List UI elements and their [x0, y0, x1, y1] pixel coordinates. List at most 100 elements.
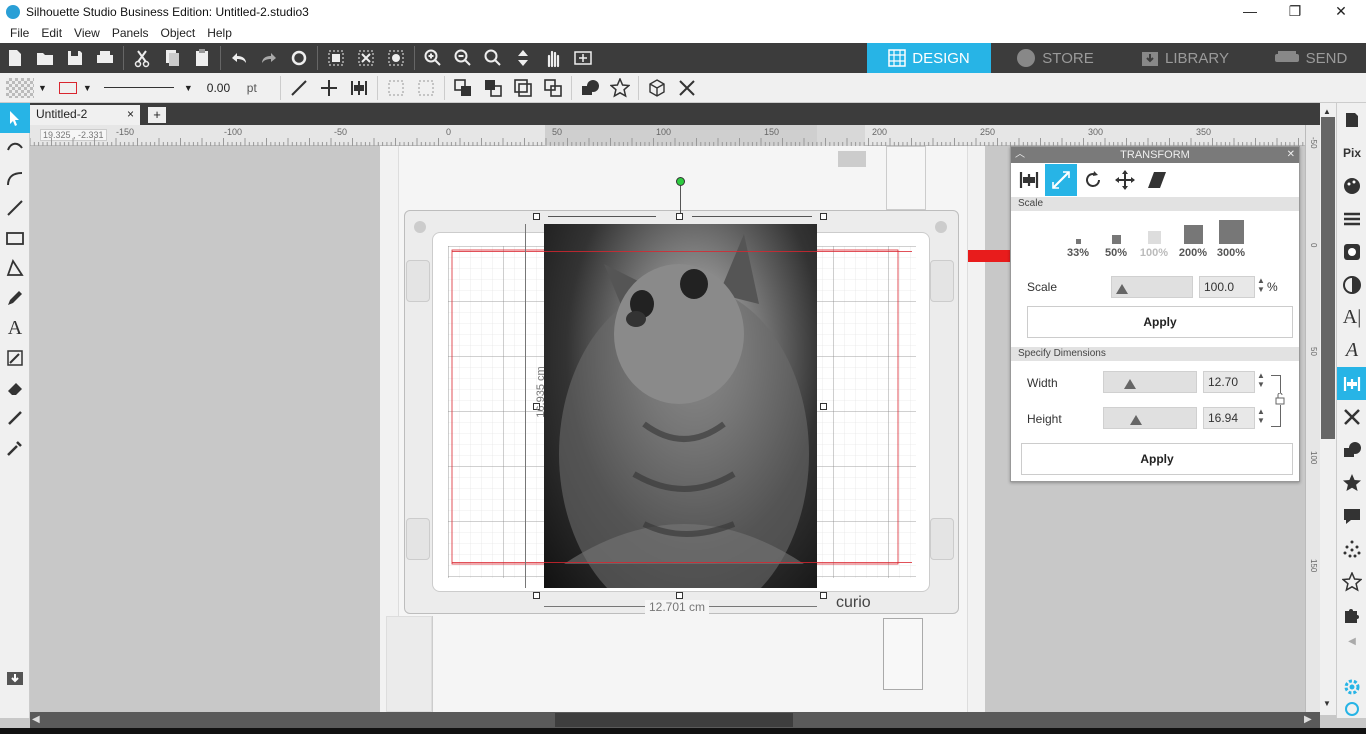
group-icon[interactable] — [381, 75, 411, 101]
pan-hand-icon[interactable] — [538, 45, 568, 71]
zoom-in-icon[interactable] — [418, 45, 448, 71]
horizontal-scroll-thumb[interactable] — [555, 713, 793, 727]
zoom-select-icon[interactable] — [478, 45, 508, 71]
redraw-icon[interactable] — [284, 45, 314, 71]
maximize-button[interactable]: ❐ — [1272, 2, 1318, 22]
collapse-chevron-icon[interactable]: ︿ — [1015, 147, 1025, 163]
align-tab-icon[interactable] — [1013, 164, 1045, 196]
paste-icon[interactable] — [187, 45, 217, 71]
fit-page-icon[interactable] — [568, 45, 598, 71]
weld-icon[interactable] — [575, 75, 605, 101]
new-file-icon[interactable] — [0, 45, 30, 71]
resize-handle[interactable] — [676, 592, 683, 599]
close-tab-icon[interactable]: × — [127, 107, 134, 121]
right-ruler[interactable]: -50 0 50 100 150 — [1305, 125, 1320, 715]
cat-photo[interactable] — [544, 224, 817, 624]
shear-tab-icon[interactable] — [1141, 164, 1173, 196]
open-folder-icon[interactable] — [30, 45, 60, 71]
preset-300-button[interactable]: 300% — [1215, 220, 1247, 259]
align-icon[interactable] — [344, 75, 374, 101]
select-all-icon[interactable] — [321, 45, 351, 71]
contrast-icon[interactable] — [1337, 268, 1366, 301]
scroll-up-icon[interactable]: ▲ — [1323, 107, 1331, 116]
tab-store[interactable]: STORE — [995, 43, 1115, 73]
preset-200-button[interactable]: 200% — [1177, 225, 1209, 259]
star-offset-icon[interactable] — [1337, 466, 1366, 499]
rotate-tab-icon[interactable] — [1077, 164, 1109, 196]
scale-input[interactable]: 100.0 — [1199, 276, 1255, 298]
width-spinner-icon[interactable]: ▲ ▼ — [1257, 371, 1265, 389]
vertical-scroll-thumb[interactable] — [1321, 117, 1335, 439]
edit-points-icon[interactable] — [0, 133, 30, 163]
sketch-effects-icon[interactable] — [1337, 532, 1366, 565]
sync-icon[interactable] — [1337, 699, 1366, 719]
trace-icon[interactable] — [1337, 499, 1366, 532]
move-tab-icon[interactable] — [1109, 164, 1141, 196]
save-icon[interactable] — [60, 45, 90, 71]
copy-icon[interactable] — [157, 45, 187, 71]
line-style-dropdown-icon[interactable]: ▼ — [184, 83, 193, 93]
line-color-dropdown-icon[interactable]: ▼ — [83, 83, 92, 93]
star-shape-icon[interactable] — [605, 75, 635, 101]
close-window-button[interactable]: ✕ — [1318, 2, 1364, 22]
redo-icon[interactable] — [254, 45, 284, 71]
line-color-swatch[interactable] — [58, 81, 77, 94]
rhinestone-star-icon[interactable] — [1337, 565, 1366, 598]
pixscan-icon[interactable]: Pix — [1337, 136, 1366, 169]
lock-icon[interactable] — [1275, 392, 1285, 405]
eraser-tool-icon[interactable] — [0, 373, 30, 403]
select-by-color-icon[interactable] — [381, 45, 411, 71]
horizontal-scrollbar[interactable]: ◀ ▶ — [30, 712, 1320, 728]
delete-x-icon[interactable] — [672, 75, 702, 101]
settings-gear-icon[interactable] — [1337, 675, 1366, 699]
resize-handle[interactable] — [533, 213, 540, 220]
line-width-input[interactable]: 0.00 — [207, 81, 247, 95]
preset-50-button[interactable]: 50% — [1105, 235, 1127, 259]
scale-apply-button[interactable]: Apply — [1027, 306, 1293, 338]
top-ruler[interactable]: 19.325 , -2.331 -150 -100 -50 0 50 100 1… — [30, 125, 1320, 146]
knife-tool-icon[interactable] — [0, 403, 30, 433]
text-style-icon[interactable]: A| — [1337, 301, 1366, 334]
height-spinner-icon[interactable]: ▲ ▼ — [1257, 407, 1265, 425]
scale-spinner-icon[interactable]: ▲ ▼ — [1257, 276, 1265, 294]
tab-library[interactable]: LIBRARY — [1120, 43, 1250, 73]
scroll-down-icon[interactable]: ▼ — [1323, 699, 1331, 708]
rectangle-tool-icon[interactable] — [0, 223, 30, 253]
add-tab-button[interactable]: + — [148, 107, 166, 123]
preset-33-button[interactable]: 33% — [1067, 239, 1089, 259]
panel-close-icon[interactable]: ✕ — [1287, 147, 1295, 163]
menu-edit[interactable]: Edit — [35, 26, 68, 40]
dimensions-apply-button[interactable]: Apply — [1021, 443, 1293, 475]
width-slider[interactable] — [1103, 371, 1197, 393]
line-tool-icon[interactable] — [284, 75, 314, 101]
resize-handle[interactable] — [533, 592, 540, 599]
eyedropper-tool-icon[interactable] — [0, 433, 30, 463]
fill-dropdown-icon[interactable]: ▼ — [38, 83, 47, 93]
replicate-icon[interactable] — [1337, 400, 1366, 433]
menu-help[interactable]: Help — [201, 26, 238, 40]
minimize-button[interactable]: — — [1227, 2, 1273, 22]
text-tool-icon[interactable]: A — [0, 313, 30, 343]
text-path-icon[interactable]: A — [1337, 334, 1366, 367]
transform-panel-icon[interactable] — [1337, 367, 1366, 400]
move-icon[interactable] — [314, 75, 344, 101]
page-setup-icon[interactable] — [1337, 103, 1366, 136]
zoom-fit-icon[interactable] — [508, 45, 538, 71]
deselect-icon[interactable] — [351, 45, 381, 71]
collapse-panel-icon[interactable]: ◀ — [1337, 631, 1366, 651]
vertical-scrollbar[interactable]: ▲ ▼ — [1320, 103, 1336, 715]
ungroup-icon[interactable] — [411, 75, 441, 101]
cut-icon[interactable] — [127, 45, 157, 71]
tab-send[interactable]: SEND — [1255, 43, 1366, 73]
rotate-handle[interactable] — [676, 177, 685, 186]
tab-design[interactable]: DESIGN — [867, 43, 991, 73]
scroll-right-icon[interactable]: ▶ — [1304, 714, 1312, 725]
scale-slider[interactable] — [1111, 276, 1193, 298]
bring-to-front-icon[interactable] — [448, 75, 478, 101]
menu-panels[interactable]: Panels — [106, 26, 155, 40]
resize-handle[interactable] — [676, 213, 683, 220]
polygon-tool-icon[interactable] — [0, 253, 30, 283]
send-to-back-icon[interactable] — [478, 75, 508, 101]
height-slider[interactable] — [1103, 407, 1197, 429]
menu-object[interactable]: Object — [155, 26, 202, 40]
